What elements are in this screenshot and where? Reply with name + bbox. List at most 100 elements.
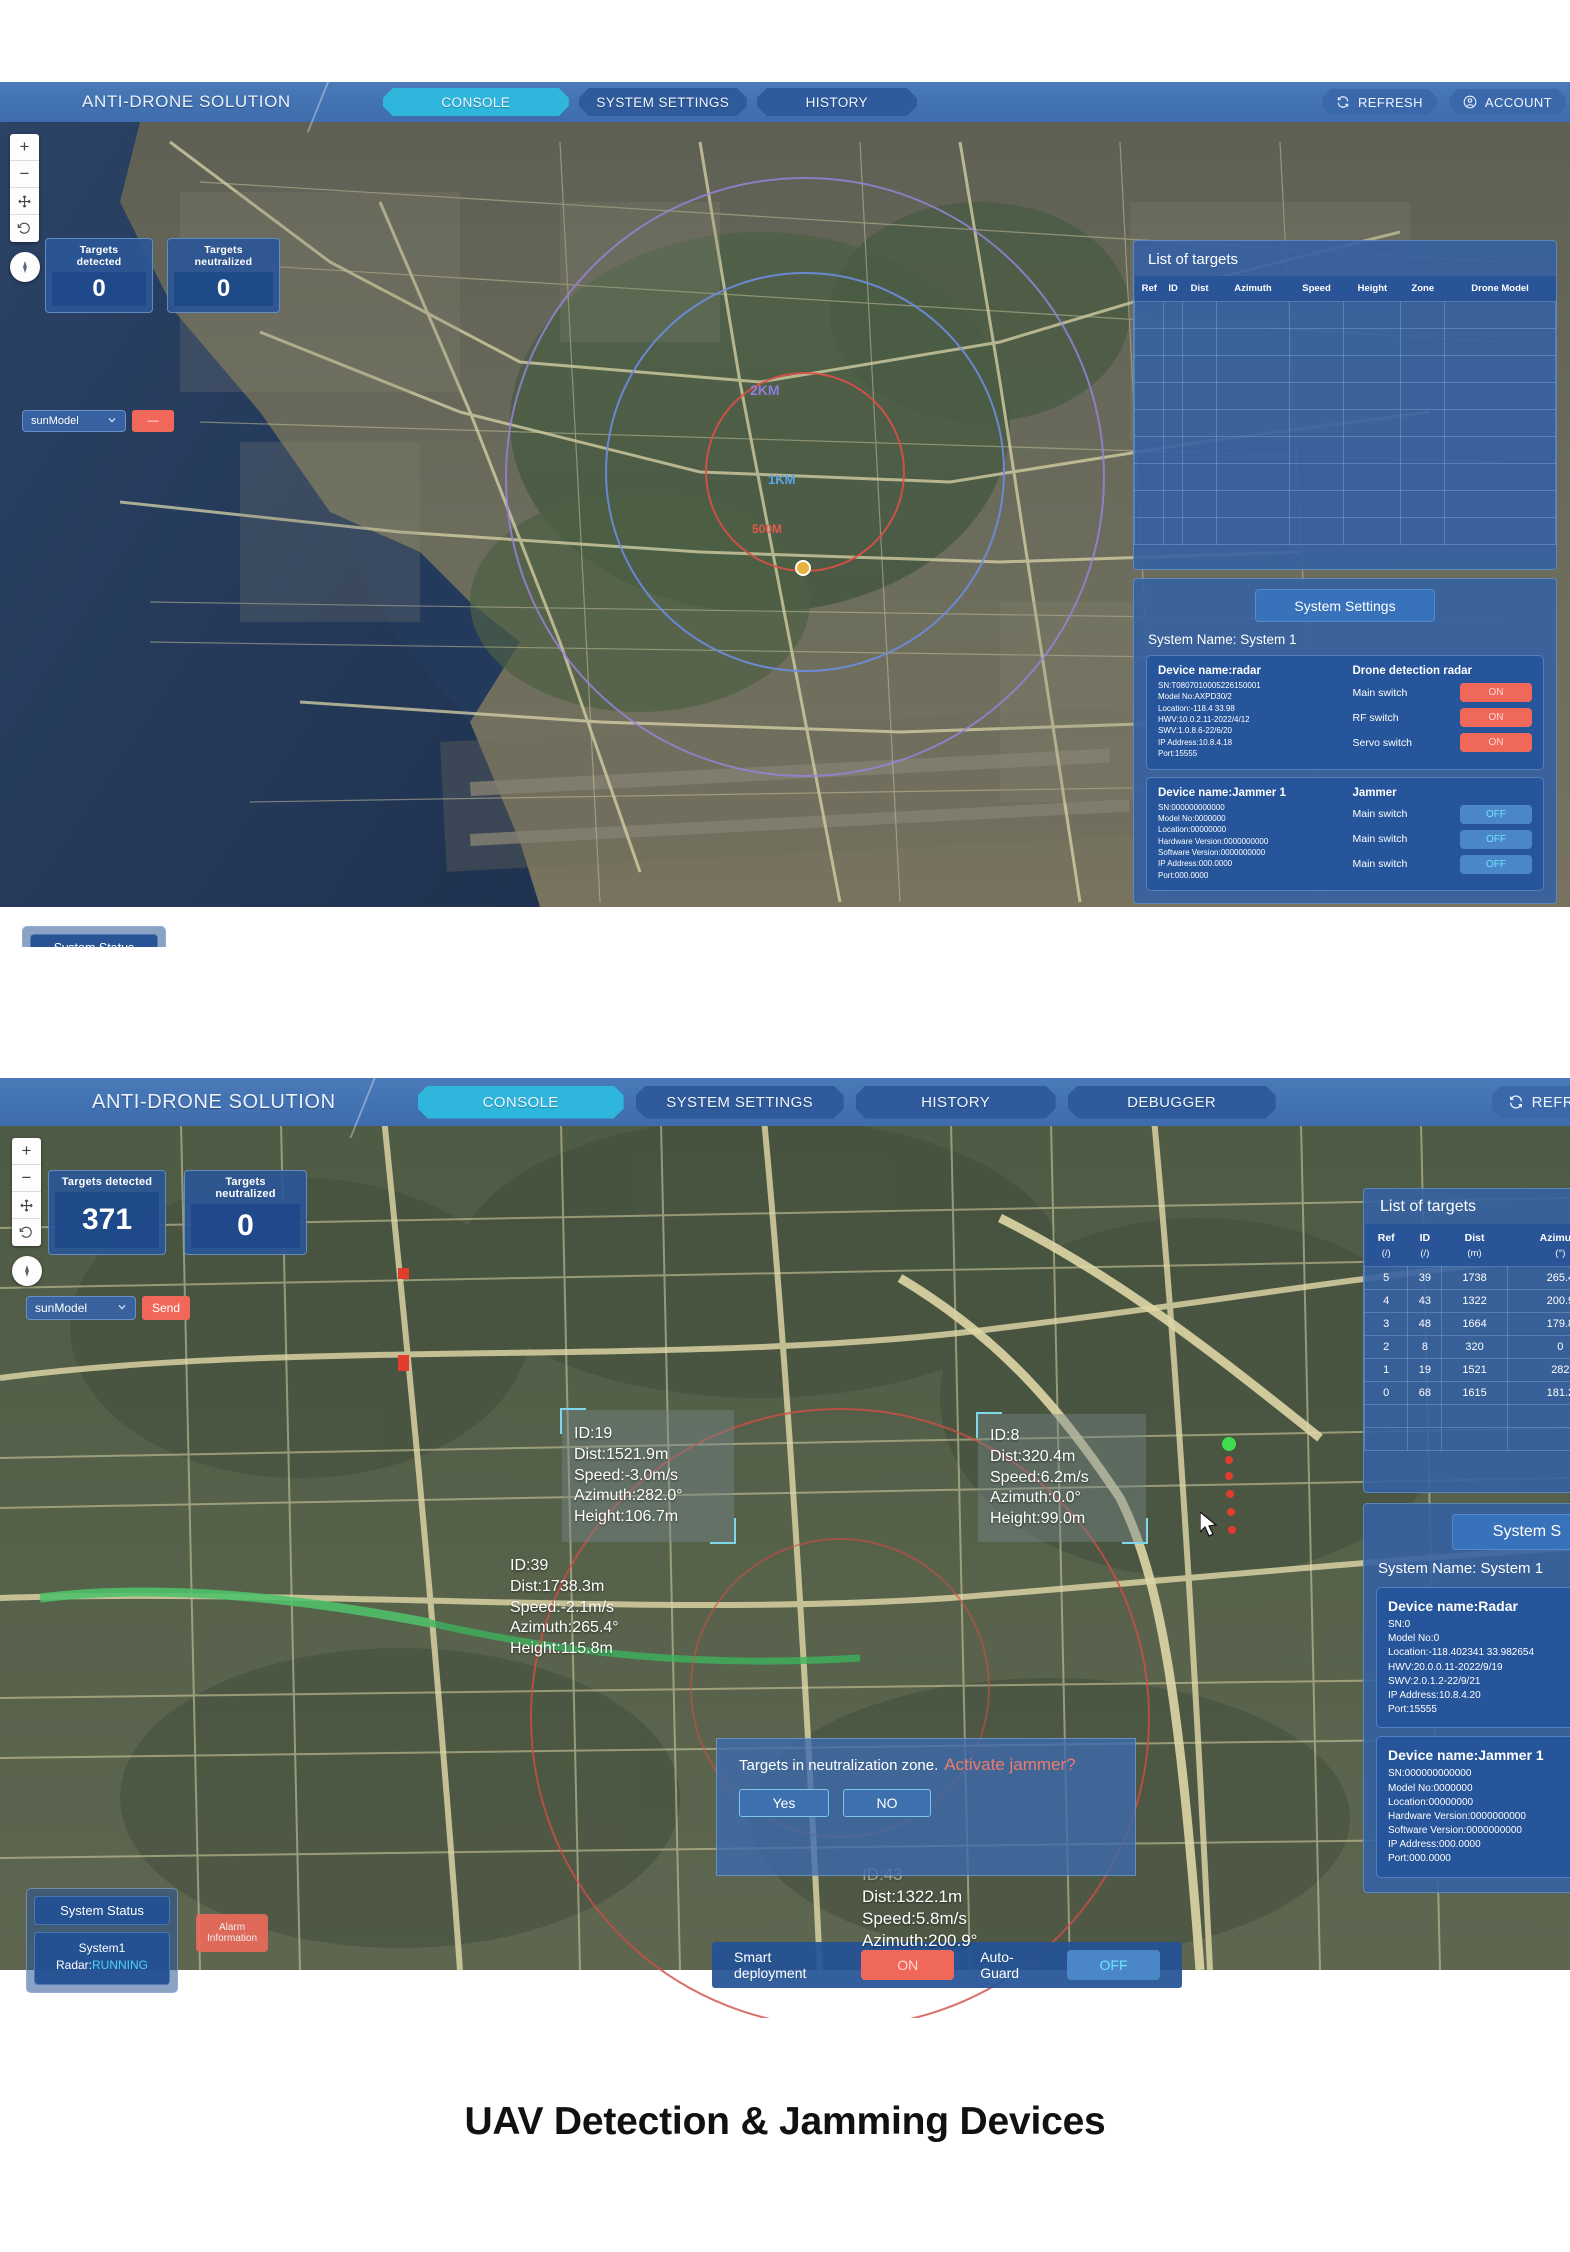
switch-toggle[interactable]: OFF — [1460, 804, 1533, 824]
refresh-button[interactable]: REFR — [1492, 1086, 1570, 1118]
zoom-in-icon[interactable]: + — [12, 1138, 41, 1165]
zoom-out-icon[interactable]: − — [12, 1165, 41, 1192]
device-line: Location:00000000 — [1388, 1796, 1474, 1808]
stat-cards-bottom: Targets detected 371 Targets neutralized… — [48, 1170, 307, 1255]
refresh-button[interactable]: REFRESH — [1322, 89, 1437, 115]
device-card-radar: Device name:radar SN:T080701000522615000… — [1146, 655, 1544, 770]
table-row[interactable] — [1363, 1427, 1570, 1451]
system-settings-button[interactable]: System Settings — [1255, 589, 1435, 622]
table-row[interactable] — [1133, 463, 1556, 491]
table-cell: 179.8 — [1506, 1312, 1570, 1336]
table-cell — [1181, 328, 1218, 356]
confirm-no-button[interactable]: NO — [843, 1789, 931, 1817]
tooltip-azimuth: Azimuth:282.0° — [574, 1487, 683, 1505]
tab-debugger[interactable]: DEBUGGER — [1068, 1086, 1276, 1119]
reset-rotation-icon[interactable] — [10, 215, 39, 242]
table-row[interactable]: 3481664179.8 — [1363, 1312, 1570, 1336]
tab-console[interactable]: CONSOLE — [418, 1086, 624, 1119]
console-screenshot-bottom: ANTI-DRONE SOLUTION CONSOLE SYSTEM SETTI… — [0, 1078, 1570, 2018]
table-cell — [1288, 355, 1345, 383]
device-line: IP Address:10.8.4.18 — [1158, 737, 1233, 747]
compass-icon[interactable] — [12, 1256, 42, 1286]
table-row[interactable] — [1363, 1404, 1570, 1428]
table-cell — [1343, 517, 1402, 545]
table-cell — [1288, 382, 1345, 410]
tab-console[interactable]: CONSOLE — [383, 88, 569, 116]
tab-system-settings[interactable]: SYSTEM SETTINGS — [579, 88, 747, 116]
tab-system-settings[interactable]: SYSTEM SETTINGS — [636, 1086, 844, 1119]
table-row[interactable]: 1 19 1521 282 — [1363, 1358, 1570, 1382]
device-name: Device name:Jammer 1 — [1158, 786, 1286, 799]
device-line: IP Address:000.0000 — [1158, 859, 1233, 869]
alarm-information-button[interactable]: Alarm Information — [196, 1914, 268, 1952]
model-select[interactable]: sunModel — [22, 410, 126, 432]
switch-toggle[interactable]: OFF — [1460, 854, 1533, 874]
table-cell — [1163, 301, 1183, 329]
pan-icon[interactable] — [12, 1192, 41, 1219]
table-cell — [1400, 436, 1446, 464]
target-tooltip-8: ID:8 Dist:320.4m Speed:6.2m/s Azimuth:0.… — [976, 1412, 1148, 1544]
targets-table-bottom[interactable]: Ref (/) ID (/) Dist (m) Azimuth (°) 5391738265.… — [1363, 1224, 1570, 1451]
table-cell — [1181, 301, 1218, 329]
table-row[interactable] — [1133, 490, 1556, 518]
table-row[interactable] — [1133, 409, 1556, 437]
switch-row: Main switch ON — [1352, 683, 1533, 702]
switch-row: Main switch OFF — [1352, 829, 1533, 849]
table-cell: 0 — [1363, 1381, 1409, 1405]
table-cell — [1400, 301, 1446, 329]
zoom-in-icon[interactable]: + — [10, 134, 39, 161]
model-select[interactable]: sunModel — [26, 1296, 136, 1320]
device-line: Location:-118.4 33.98 — [1158, 703, 1235, 713]
table-cell — [1288, 463, 1345, 491]
targets-column-header: Ref (/) — [1364, 1224, 1408, 1267]
table-row[interactable] — [1133, 355, 1556, 383]
stat-targets-neutralized: Targets neutralized 0 — [184, 1170, 307, 1255]
switch-toggle[interactable]: ON — [1460, 683, 1533, 702]
switch-toggle[interactable]: ON — [1460, 733, 1533, 752]
table-cell: 1322 — [1441, 1289, 1508, 1313]
bracket-icon — [976, 1412, 1002, 1438]
table-row[interactable] — [1133, 301, 1556, 329]
table-cell — [1343, 382, 1402, 410]
table-row[interactable]: 2 8 320 0 — [1363, 1335, 1570, 1359]
switch-label: Main switch — [1352, 833, 1408, 846]
auto-guard-toggle[interactable]: OFF — [1067, 1950, 1161, 1980]
send-button[interactable]: Send — [142, 1296, 190, 1320]
table-cell — [1163, 409, 1183, 437]
switch-toggle[interactable]: OFF — [1460, 829, 1533, 849]
tab-history[interactable]: HISTORY — [856, 1086, 1056, 1119]
confirm-yes-button[interactable]: Yes — [739, 1789, 829, 1817]
system-settings-button[interactable]: System S — [1452, 1514, 1570, 1550]
table-cell — [1288, 436, 1345, 464]
device-line: IP Address:10.8.4.20 — [1388, 1689, 1481, 1701]
device-card-jammer: Device name:Jammer 1 SN:000000000000 Mod… — [1146, 776, 1544, 892]
table-row[interactable] — [1133, 436, 1556, 464]
compass-icon[interactable] — [10, 252, 40, 282]
account-button[interactable]: ACCOUNT — [1449, 89, 1566, 115]
drone-marker-green — [1222, 1437, 1236, 1451]
table-row[interactable] — [1133, 382, 1556, 410]
send-button[interactable]: — — [132, 410, 174, 432]
pan-icon[interactable] — [10, 188, 39, 215]
table-cell — [1343, 355, 1402, 383]
table-cell: 200.9 — [1506, 1289, 1570, 1313]
reset-rotation-icon[interactable] — [12, 1219, 41, 1246]
system-settings-card: System S System Name: System 1 Device na… — [1363, 1503, 1570, 1893]
confirm-message-row: Targets in neutralization zone. Activate… — [739, 1755, 1113, 1775]
table-cell — [1133, 301, 1165, 329]
table-cell — [1216, 301, 1290, 329]
switch-toggle[interactable]: ON — [1460, 708, 1533, 727]
switch-label: Main switch — [1352, 686, 1408, 699]
table-row[interactable]: 4431322200.9 — [1363, 1289, 1570, 1313]
zoom-out-icon[interactable]: − — [10, 161, 39, 188]
table-row[interactable]: 0681615181.2 — [1363, 1381, 1570, 1405]
tab-history[interactable]: HISTORY — [757, 88, 917, 116]
drone-marker-red-left — [398, 1268, 409, 1279]
table-row[interactable] — [1133, 517, 1556, 545]
table-cell — [1343, 463, 1402, 491]
table-cell — [1133, 490, 1165, 518]
zone-label-2km: 2KM — [750, 382, 780, 398]
targets-table-top[interactable]: Ref ID Dist Azimuth Speed Height Zone Drone Mod… — [1133, 276, 1556, 545]
table-row[interactable] — [1133, 328, 1556, 356]
table-row[interactable]: 5391738265.4 — [1363, 1266, 1570, 1290]
